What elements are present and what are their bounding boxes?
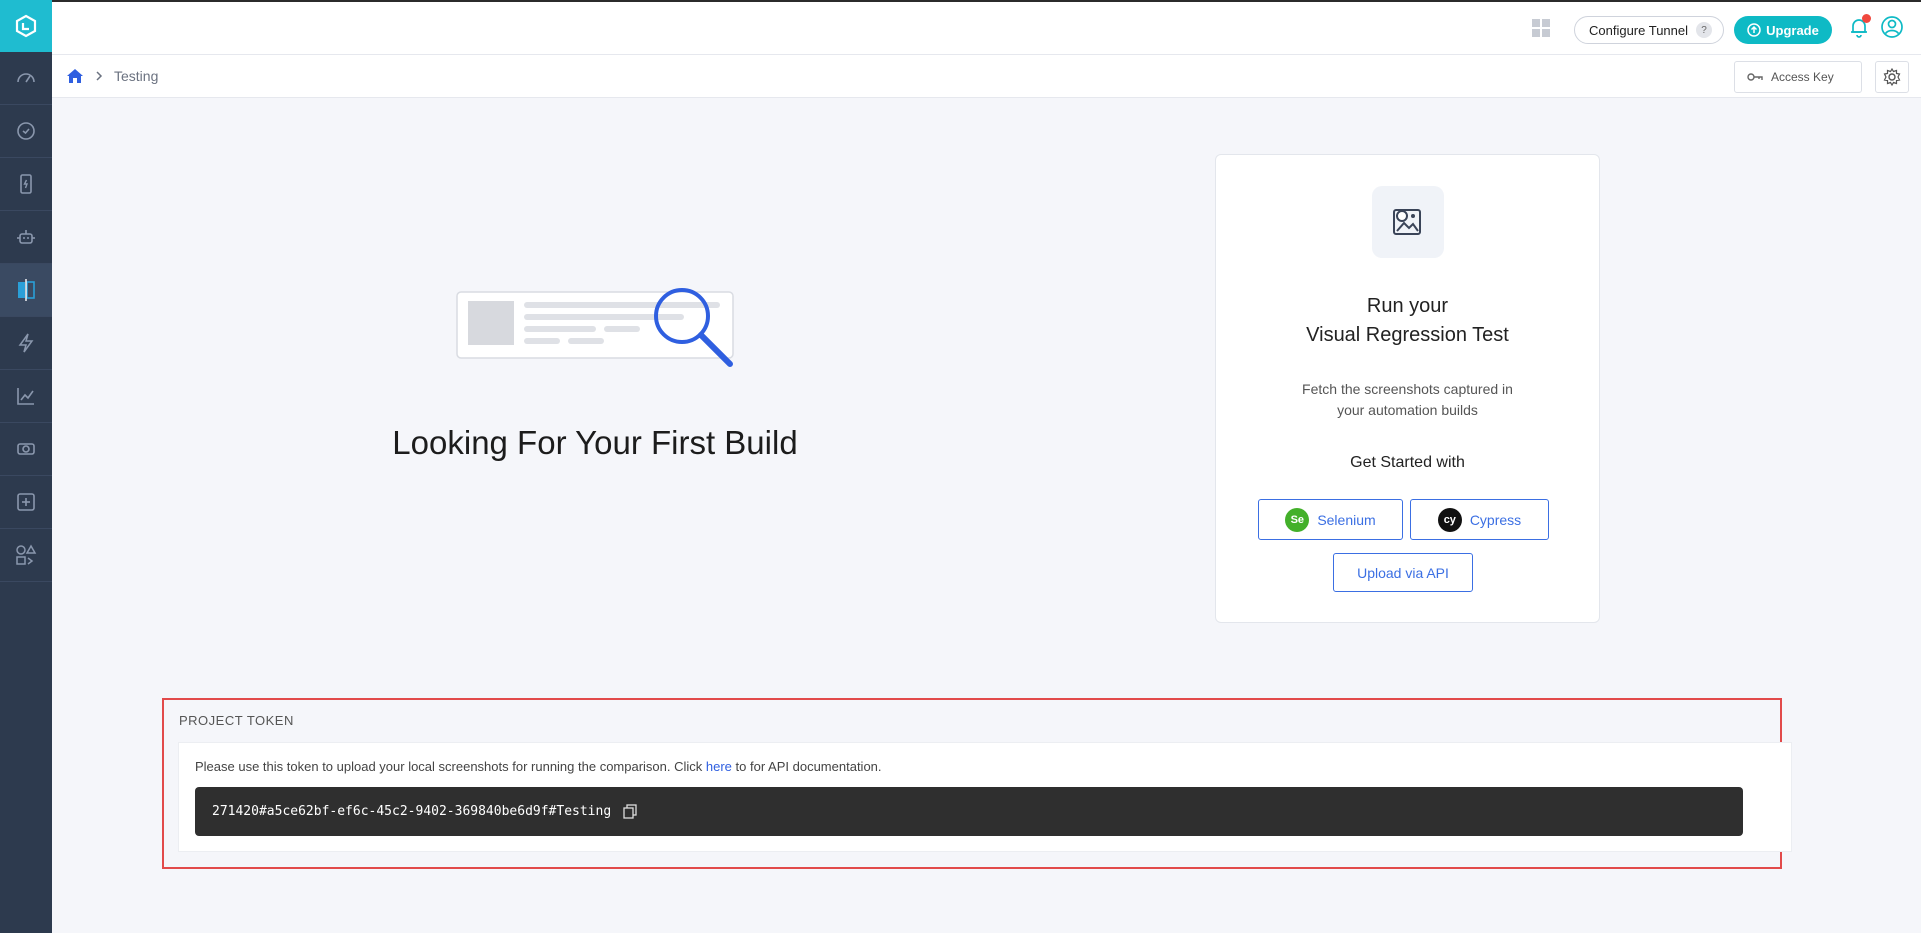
- upload-via-api-label: Upload via API: [1357, 564, 1449, 581]
- search-document-illustration: [456, 286, 736, 377]
- user-avatar-icon[interactable]: [1880, 15, 1904, 44]
- token-value[interactable]: 271420#a5ce62bf-ef6c-45c2-9402-369840be6…: [212, 804, 611, 819]
- get-started-label: Get Started with: [1350, 454, 1465, 471]
- token-info-after: to for API documentation.: [731, 759, 882, 774]
- sidebar-item-visual-ui-testing[interactable]: [0, 264, 52, 317]
- empty-state-title: Looking For Your First Build: [392, 424, 798, 461]
- selenium-logo-icon: Se: [1285, 507, 1310, 532]
- chevron-right-icon: [96, 71, 103, 81]
- selenium-label: Selenium: [1317, 511, 1376, 528]
- image-compare-icon: [1393, 209, 1421, 235]
- card-title-line1: Run your: [1366, 295, 1449, 317]
- card-description: Fetch the screenshots captured in your a…: [1216, 379, 1599, 421]
- sidebar-item-analytics[interactable]: [0, 370, 52, 423]
- arrow-up-circle-icon: [1747, 23, 1761, 37]
- breadcrumb-current[interactable]: Testing: [114, 68, 158, 84]
- sidebar: [0, 0, 52, 933]
- configure-tunnel-button[interactable]: Configure Tunnel ?: [1574, 16, 1724, 44]
- lightning-icon: [18, 333, 34, 353]
- sidebar-item-add[interactable]: [0, 476, 52, 529]
- sidebar-item-hyperexecute[interactable]: [0, 317, 52, 370]
- sidebar-item-app-testing[interactable]: [0, 158, 52, 211]
- logo-icon: [15, 14, 37, 38]
- configure-tunnel-label: Configure Tunnel: [1589, 22, 1689, 38]
- help-icon[interactable]: ?: [1696, 22, 1713, 38]
- apps-grid-icon[interactable]: [1532, 19, 1550, 42]
- robot-icon: [17, 230, 35, 244]
- token-info-before: Please use this token to upload your loc…: [195, 759, 706, 774]
- notifications-bell-icon[interactable]: [1848, 14, 1871, 43]
- selenium-button[interactable]: Se Selenium: [1258, 499, 1403, 540]
- visual-compare-icon: [18, 279, 35, 301]
- breadcrumb: Testing: [66, 67, 158, 85]
- sidebar-item-automation[interactable]: [0, 211, 52, 264]
- project-token-heading: PROJECT TOKEN: [179, 713, 294, 728]
- project-token-section: PROJECT TOKEN Please use this token to u…: [162, 698, 1792, 869]
- api-docs-link[interactable]: here: [706, 759, 732, 774]
- get-started-card: Run your Visual Regression Test Fetch th…: [1215, 154, 1600, 623]
- card-title: Run your Visual Regression Test: [1216, 292, 1599, 350]
- sidebar-item-dashboard[interactable]: [0, 52, 52, 105]
- clock-icon: [17, 122, 35, 140]
- copy-icon[interactable]: [623, 804, 637, 819]
- sidebar-item-integrations[interactable]: [0, 529, 52, 582]
- sidebar-item-realtime[interactable]: [0, 105, 52, 158]
- key-icon: [1747, 73, 1763, 81]
- settings-button[interactable]: [1875, 61, 1909, 93]
- card-title-line2: Visual Regression Test: [1306, 324, 1509, 346]
- notification-badge: [1862, 14, 1871, 23]
- add-box-icon: [17, 493, 35, 511]
- token-value-box[interactable]: 271420#a5ce62bf-ef6c-45c2-9402-369840be6…: [195, 787, 1743, 836]
- analytics-chart-icon: [17, 388, 34, 405]
- project-token-panel: Please use this token to upload your loc…: [178, 742, 1792, 852]
- card-desc-line1: Fetch the screenshots captured in: [1302, 381, 1513, 397]
- upgrade-label: Upgrade: [1766, 22, 1819, 38]
- cypress-logo-icon: cy: [1437, 507, 1462, 532]
- gear-icon: [1883, 68, 1901, 86]
- upload-via-api-button[interactable]: Upload via API: [1333, 553, 1473, 592]
- token-info-text: Please use this token to upload your loc…: [195, 759, 882, 774]
- mobile-device-icon: [20, 174, 32, 194]
- home-icon[interactable]: [66, 67, 84, 85]
- access-key-label: Access Key: [1771, 70, 1834, 84]
- cypress-button[interactable]: cy Cypress: [1410, 499, 1549, 540]
- cypress-label: Cypress: [1469, 511, 1522, 528]
- speedometer-icon: [17, 73, 35, 83]
- integrations-icon: [16, 544, 37, 565]
- top-header: Configure Tunnel ? Upgrade: [52, 0, 1921, 55]
- sidebar-item-test-manager[interactable]: [0, 423, 52, 476]
- lambdatest-logo[interactable]: [0, 0, 52, 52]
- upgrade-button[interactable]: Upgrade: [1734, 16, 1832, 44]
- tickets-icon: [17, 443, 35, 455]
- card-desc-line2: your automation builds: [1337, 402, 1478, 418]
- sub-header: Testing Access Key: [52, 55, 1921, 98]
- access-key-button[interactable]: Access Key: [1734, 61, 1862, 93]
- visual-test-icon-box: [1372, 186, 1444, 258]
